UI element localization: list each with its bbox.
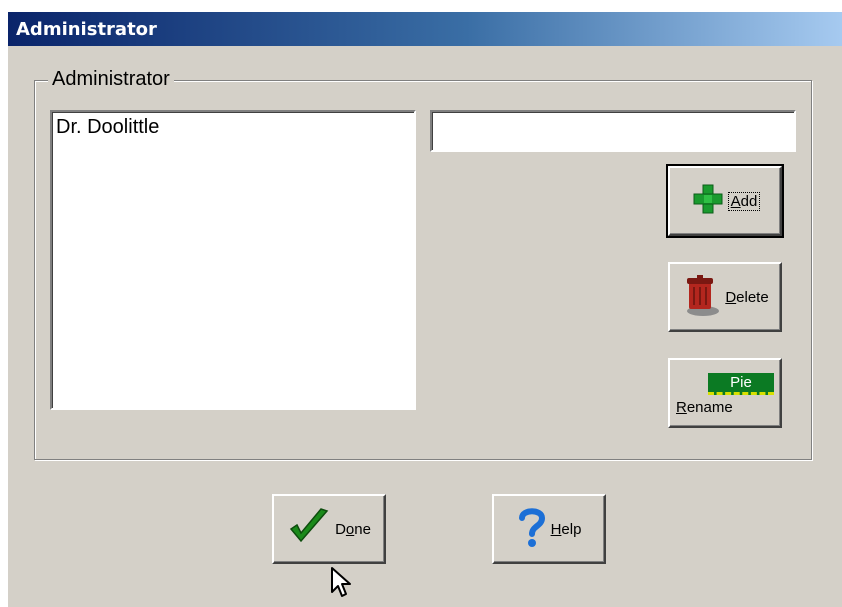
group-label: Administrator	[48, 68, 174, 91]
rename-label: Rename	[676, 398, 733, 416]
add-button[interactable]: Add	[666, 164, 784, 238]
done-button[interactable]: Done	[272, 494, 386, 564]
list-item[interactable]: Dr. Doolittle	[52, 112, 414, 139]
help-label: Help	[550, 520, 582, 538]
done-label: Done	[335, 520, 371, 538]
administrator-name-input[interactable]	[430, 110, 796, 152]
delete-button[interactable]: Delete	[668, 262, 782, 332]
window-title: Administrator	[16, 18, 157, 40]
mouse-cursor-icon	[330, 566, 354, 605]
question-mark-icon	[517, 506, 547, 552]
rename-label-icon: Pie	[708, 372, 774, 395]
help-button[interactable]: Help	[492, 494, 606, 564]
trash-can-icon	[681, 273, 721, 321]
plus-icon	[691, 182, 725, 220]
checkmark-icon	[287, 507, 331, 551]
add-label: Add	[727, 191, 761, 211]
administrator-list[interactable]: Dr. Doolittle	[50, 110, 416, 410]
title-bar[interactable]: Administrator	[8, 12, 842, 46]
rename-button[interactable]: Pie Rename	[668, 358, 782, 428]
delete-label: Delete	[725, 288, 769, 306]
